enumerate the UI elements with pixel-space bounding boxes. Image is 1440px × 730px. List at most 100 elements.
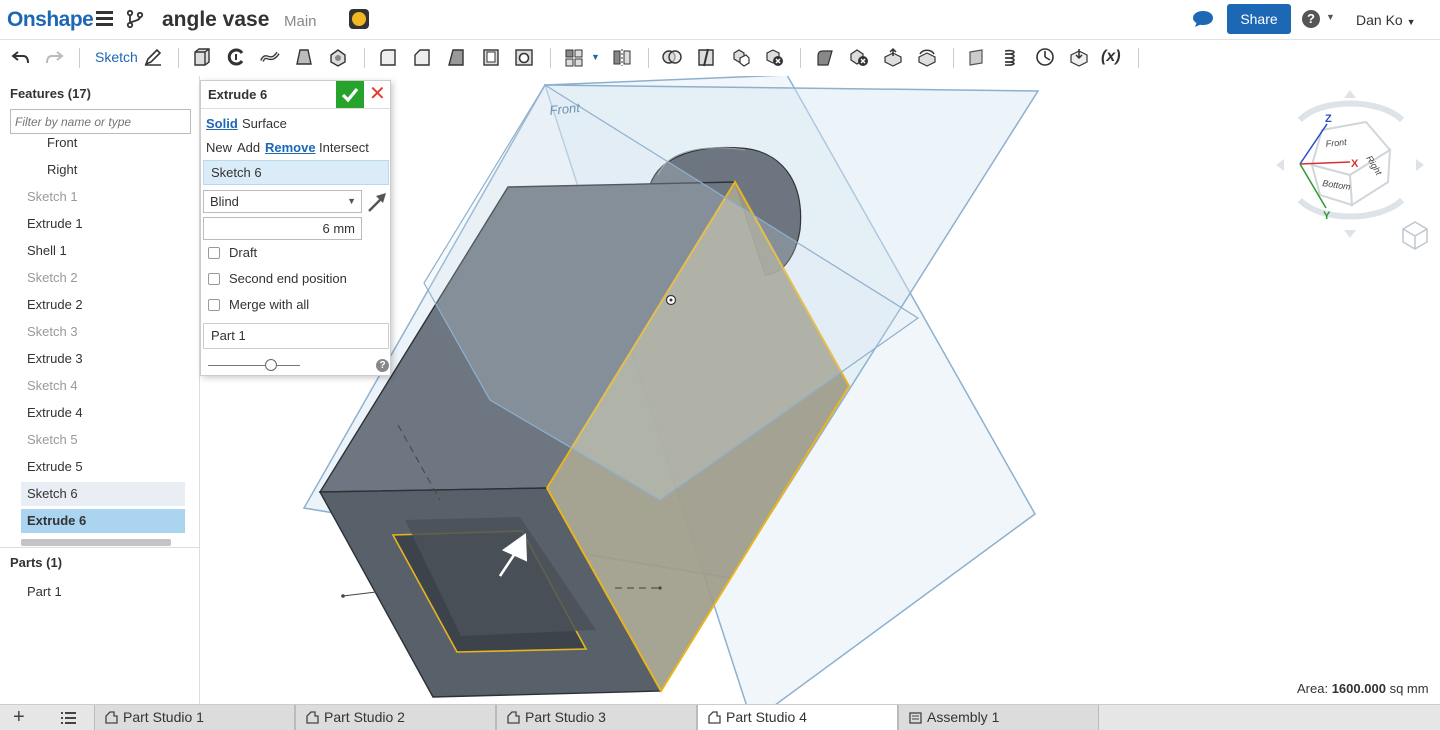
help-icon[interactable]: ? <box>1302 10 1320 28</box>
tab-part-studio-2[interactable]: Part Studio 2 <box>295 705 496 730</box>
share-button[interactable]: Share <box>1227 4 1291 34</box>
feature-item[interactable]: Extrude 5 <box>21 455 185 479</box>
features-header[interactable]: Features (17) <box>10 86 91 101</box>
view-cube[interactable]: Front Right Bottom Z X Y <box>1276 90 1424 238</box>
shell-icon[interactable] <box>481 47 501 67</box>
hole-icon[interactable] <box>514 47 534 67</box>
modify-fillet-icon[interactable] <box>815 47 835 67</box>
accept-button[interactable] <box>336 81 364 108</box>
faces-selection-box[interactable]: Sketch 6 <box>203 160 389 185</box>
tab-list-icon[interactable] <box>61 712 76 724</box>
sketch-pencil-icon[interactable] <box>143 47 163 67</box>
feature-item[interactable]: Sketch 5 <box>21 428 185 452</box>
second-end-checkbox[interactable] <box>208 273 220 285</box>
user-menu[interactable]: Dan Ko ▼ <box>1356 12 1416 28</box>
intersect-option[interactable]: Intersect <box>319 140 369 155</box>
part-item[interactable]: Part 1 <box>21 580 185 604</box>
revolve-icon[interactable] <box>226 47 246 67</box>
feature-item[interactable]: Sketch 6 <box>21 482 185 506</box>
remove-option[interactable]: Remove <box>265 140 316 155</box>
split-icon[interactable] <box>696 47 716 67</box>
tab-part-studio-1[interactable]: Part Studio 1 <box>94 705 295 730</box>
plane-icon[interactable] <box>967 47 987 67</box>
view-cube-right-arrow[interactable] <box>1416 159 1424 171</box>
feature-item[interactable]: Sketch 2 <box>21 266 185 290</box>
draft-checkbox[interactable] <box>208 247 220 259</box>
solid-option[interactable]: Solid <box>206 116 238 131</box>
feature-item[interactable]: Extrude 6 <box>21 509 185 533</box>
view-cube-up-arrow[interactable] <box>1344 90 1356 98</box>
feature-item[interactable]: Sketch 4 <box>21 374 185 398</box>
version-graph-icon[interactable] <box>126 9 144 29</box>
feature-item[interactable]: Shell 1 <box>21 239 185 263</box>
draft-icon[interactable] <box>446 47 466 67</box>
cancel-button[interactable]: ✕ <box>369 84 386 104</box>
view-options-cube-icon[interactable] <box>1402 221 1428 250</box>
feature-item[interactable]: Extrude 1 <box>21 212 185 236</box>
fillet-icon[interactable] <box>378 47 398 67</box>
add-tab-icon[interactable]: + <box>13 707 25 727</box>
tab-part-studio-3[interactable]: Part Studio 3 <box>496 705 697 730</box>
toolbar-separator <box>800 48 801 68</box>
branch-name[interactable]: Main <box>284 13 317 30</box>
surface-option[interactable]: Surface <box>242 116 287 131</box>
redo-icon[interactable] <box>44 47 64 67</box>
transform-icon[interactable] <box>730 47 750 67</box>
document-title[interactable]: angle vase <box>162 8 269 32</box>
variable-icon[interactable]: (x) <box>1101 48 1121 66</box>
view-cube-left-arrow[interactable] <box>1276 159 1284 171</box>
add-option[interactable]: Add <box>237 140 260 155</box>
end-type-select[interactable]: Blind ▼ <box>203 190 362 213</box>
chamfer-icon[interactable] <box>412 47 432 67</box>
move-face-icon[interactable] <box>883 47 903 67</box>
comments-icon[interactable] <box>1192 10 1214 28</box>
new-option[interactable]: New <box>206 140 232 155</box>
import-icon[interactable] <box>1069 47 1089 67</box>
delete-part-icon[interactable] <box>764 47 784 67</box>
tab-assembly-1[interactable]: Assembly 1 <box>898 705 1099 730</box>
tab-label: Part Studio 1 <box>123 709 204 725</box>
undo-icon[interactable] <box>11 47 31 67</box>
feature-item[interactable]: Front <box>21 131 185 155</box>
parts-header[interactable]: Parts (1) <box>10 555 62 570</box>
merge-checkbox[interactable] <box>208 299 220 311</box>
pattern-icon[interactable] <box>564 47 584 67</box>
feature-item[interactable]: Extrude 2 <box>21 293 185 317</box>
mirror-icon[interactable] <box>612 47 632 67</box>
help-caret-icon[interactable]: ▼ <box>1326 12 1335 22</box>
onshape-logo[interactable]: Onshape <box>7 8 94 32</box>
replace-face-icon[interactable] <box>917 47 937 67</box>
view-cube-down-arrow[interactable] <box>1344 230 1356 238</box>
feature-list-panel: Features (17) Front Right Sketch 1 Extrude … <box>0 76 200 704</box>
feature-item[interactable]: Right <box>21 158 185 182</box>
public-globe-icon[interactable] <box>349 9 369 29</box>
delete-face-icon[interactable] <box>849 47 869 67</box>
opposite-direction-icon[interactable] <box>366 190 390 214</box>
thicken-icon[interactable] <box>328 47 348 67</box>
part-studio-icon <box>507 711 520 724</box>
depth-input[interactable]: 6 mm <box>203 217 362 240</box>
feature-list-scrollbar[interactable] <box>21 539 171 546</box>
pattern-dropdown-caret-icon[interactable]: ▼ <box>591 52 600 62</box>
dialog-help-icon[interactable]: ? <box>376 359 389 372</box>
tab-part-studio-4[interactable]: Part Studio 4 <box>697 705 898 730</box>
merge-scope-box[interactable]: Part 1 <box>203 323 389 349</box>
dialog-title[interactable]: Extrude 6 <box>208 87 267 102</box>
merge-label: Merge with all <box>229 297 310 312</box>
feature-item[interactable]: Sketch 3 <box>21 320 185 344</box>
mate-connector-icon[interactable] <box>1035 47 1055 67</box>
feature-item[interactable]: Sketch 1 <box>21 185 185 209</box>
preview-slider-track[interactable] <box>208 365 300 366</box>
feature-item[interactable]: Extrude 3 <box>21 347 185 371</box>
extrude-icon[interactable] <box>192 47 212 67</box>
sweep-icon[interactable] <box>260 47 280 67</box>
tab-bar: + Part Studio 1 Part Studio 2 Part Studio … <box>0 704 1440 730</box>
loft-icon[interactable] <box>294 47 314 67</box>
feature-item[interactable]: Extrude 4 <box>21 401 185 425</box>
sketch-button[interactable]: Sketch <box>95 49 138 65</box>
boolean-icon[interactable] <box>662 47 682 67</box>
preview-slider-knob[interactable] <box>265 359 277 371</box>
tab-label: Part Studio 4 <box>726 709 807 725</box>
helix-icon[interactable] <box>1001 47 1021 67</box>
menu-icon[interactable] <box>96 11 113 27</box>
